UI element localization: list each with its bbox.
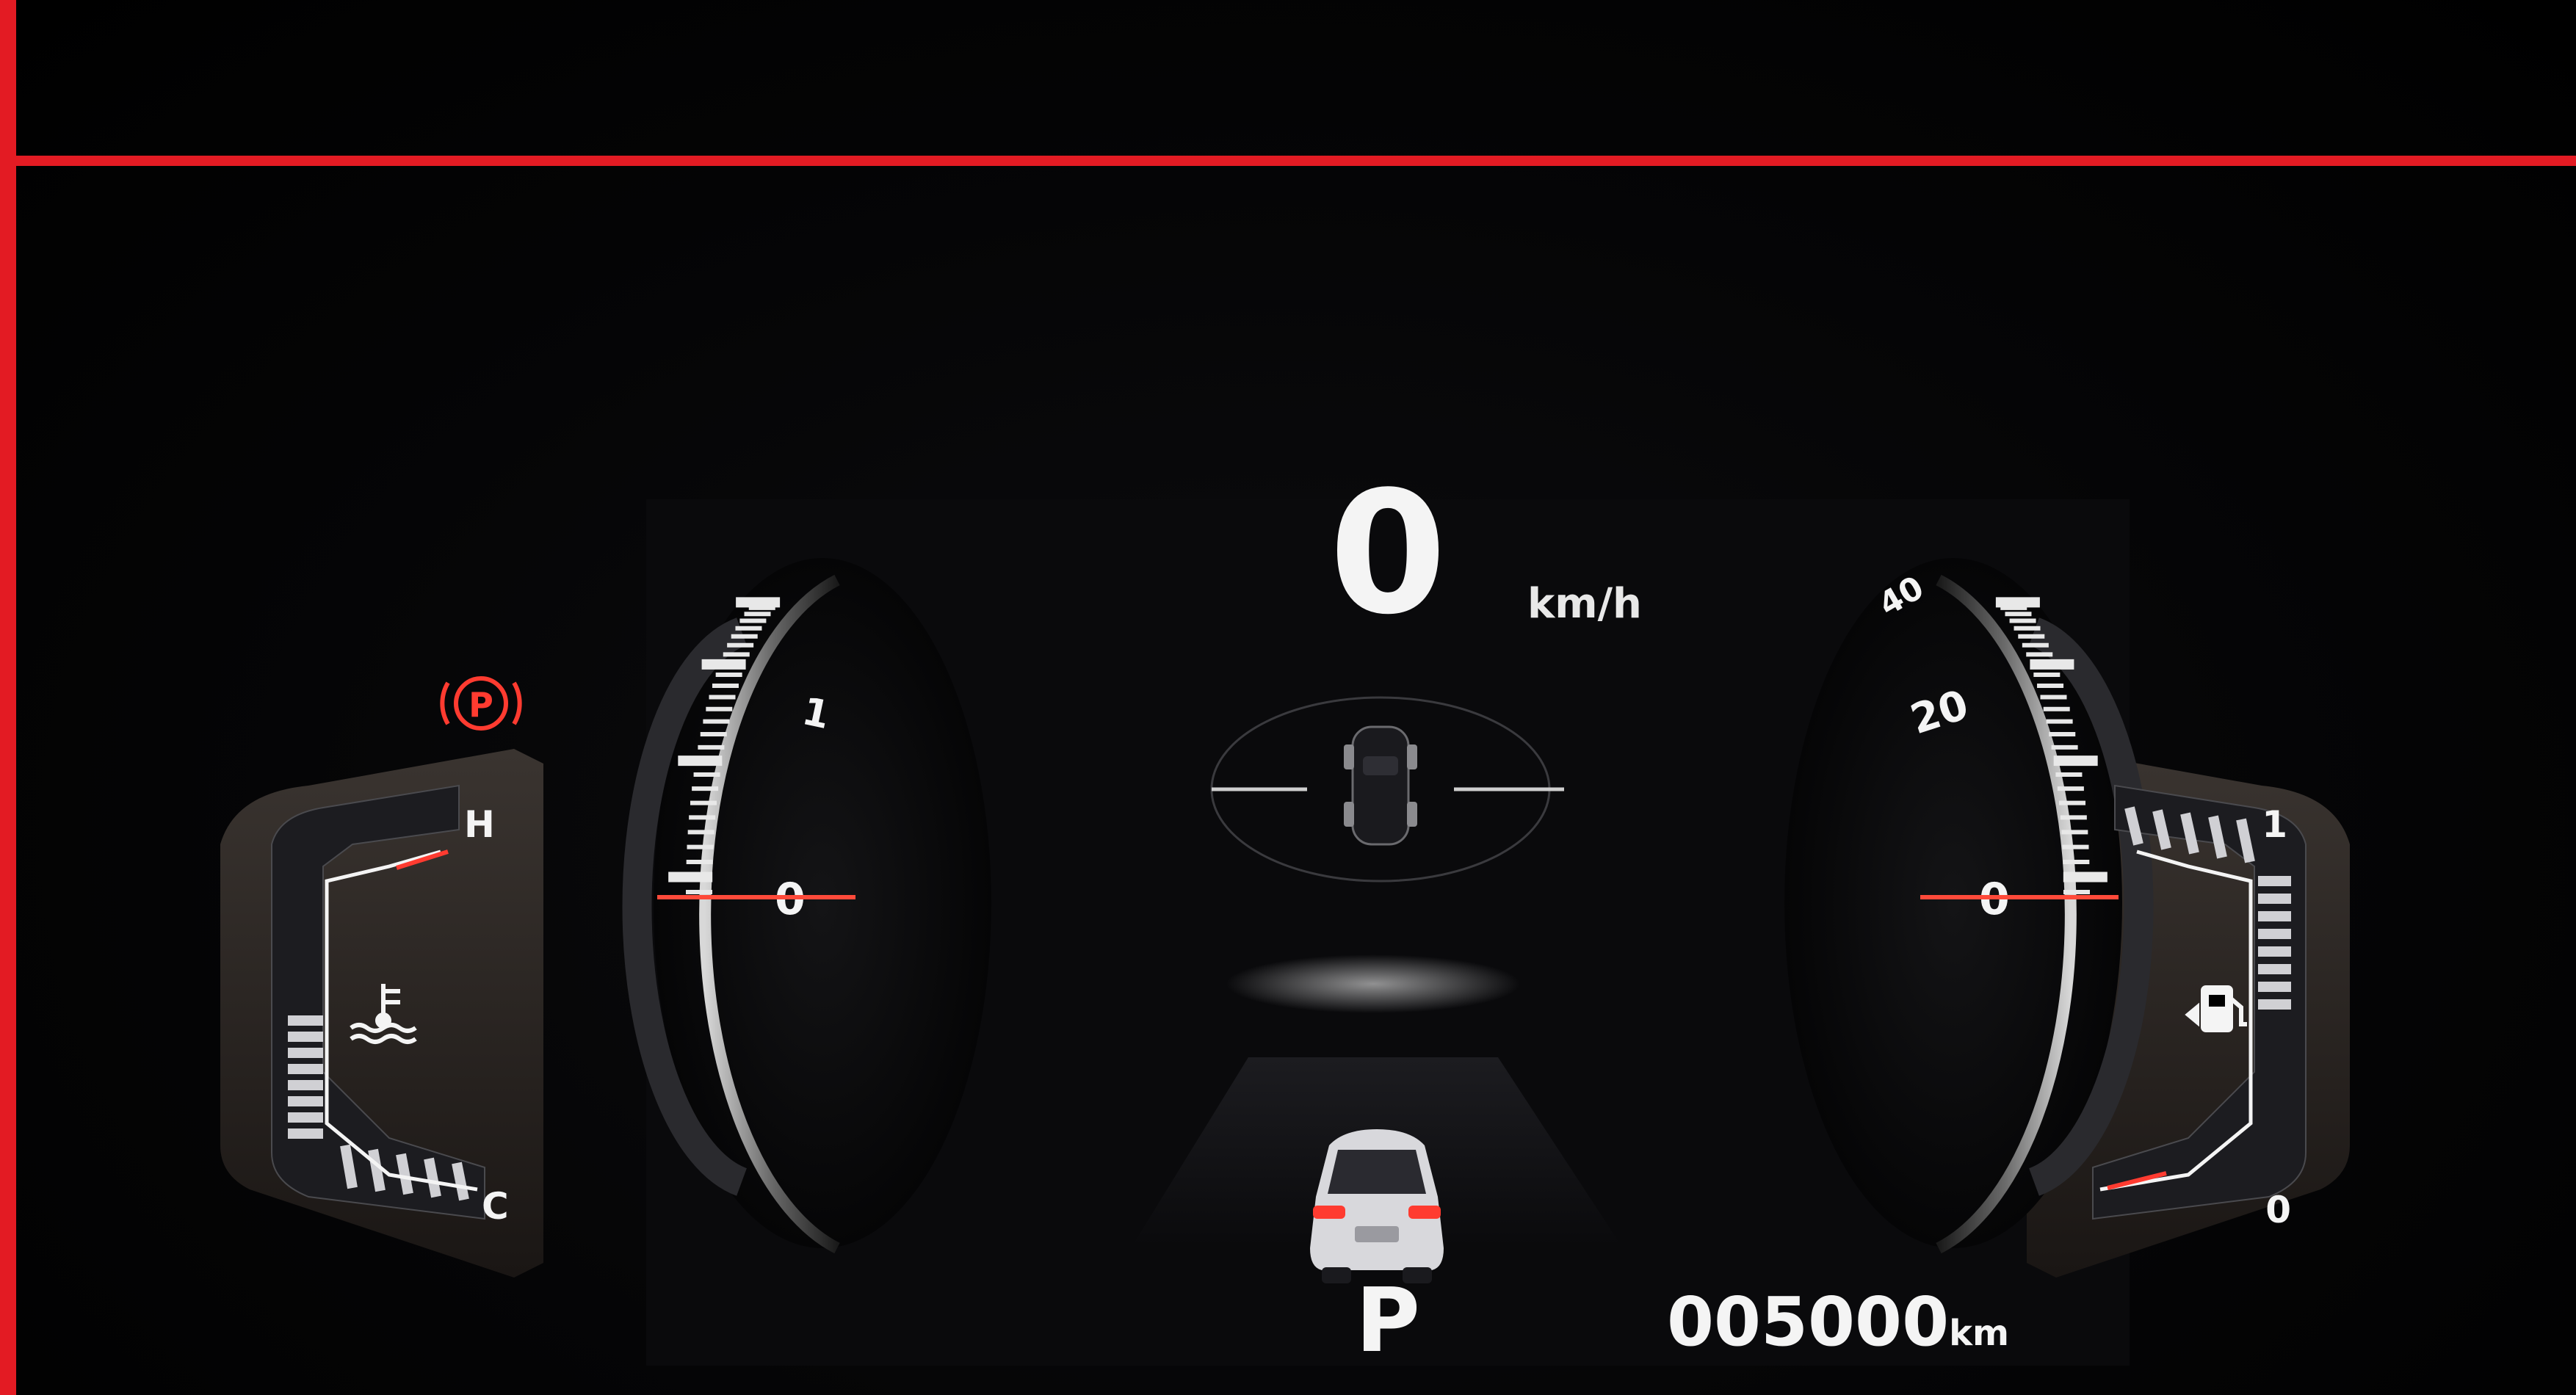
vehicle-top-icon	[1344, 725, 1417, 846]
instrument-cluster: 1 0 40 20 0 H C P	[0, 0, 2576, 1395]
gear-indicator: P	[1356, 1270, 1420, 1372]
fuel-gauge: 1 0	[2092, 784, 2307, 1231]
fuel-full-label: 1	[2262, 803, 2287, 846]
odometer-value: 005000	[1667, 1283, 1950, 1361]
odometer: 005000km	[1667, 1289, 2009, 1367]
speed-readout: 0	[1328, 456, 1447, 652]
speed-unit: km/h	[1527, 580, 1642, 628]
vehicle-rear-icon	[1310, 1129, 1444, 1283]
fuel-pump-icon	[2185, 985, 2247, 1032]
fuel-empty-label: 0	[2265, 1189, 2291, 1231]
odometer-unit: km	[1949, 1313, 2010, 1354]
